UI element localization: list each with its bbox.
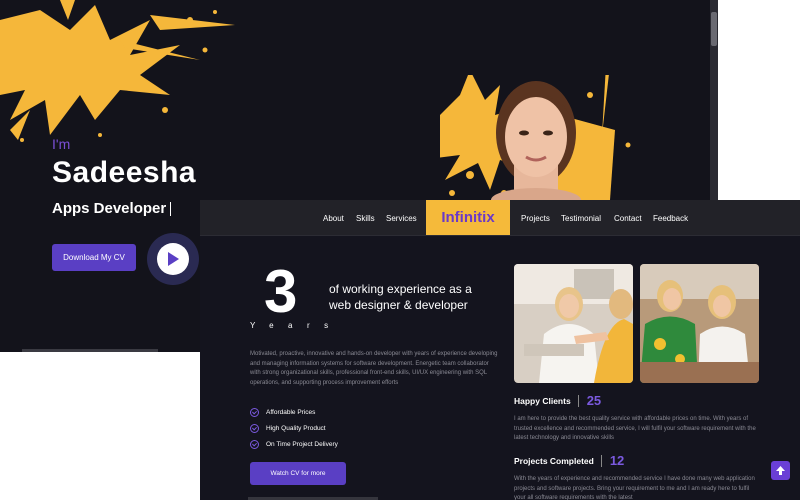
projects-description: With the years of experience and recomme… — [514, 476, 755, 500]
stat-value: 25 — [586, 393, 602, 408]
feature-item: High Quality Product — [250, 424, 326, 433]
hero-greeting: I'm — [52, 136, 71, 152]
team-photo-meeting — [640, 264, 759, 383]
watch-cv-button[interactable]: Watch CV for more — [250, 462, 346, 485]
hero-role-text: Apps Developer — [52, 200, 167, 217]
experience-description: Motivated, proactive, innovative and han… — [250, 351, 498, 386]
feature-label: Affordable Prices — [266, 409, 316, 416]
clients-description: I am here to provide the best quality se… — [514, 416, 756, 441]
experience-number: 3 — [264, 258, 298, 325]
projects-completed-stat: Projects Completed 12 — [514, 453, 624, 468]
check-circle-icon — [250, 424, 259, 433]
happy-clients-stat: Happy Clients 25 — [514, 393, 601, 408]
stat-value: 12 — [609, 453, 625, 468]
team-photo-handshake — [514, 264, 633, 383]
feature-item: Affordable Prices — [250, 408, 315, 417]
divider — [600, 454, 602, 467]
play-icon — [168, 252, 179, 266]
play-video-button[interactable] — [147, 233, 199, 285]
experience-headline: of working experience as a web designer … — [329, 282, 472, 312]
portrait-with-splash — [440, 75, 631, 205]
divider — [577, 394, 579, 407]
hero-name: Sadeesha — [52, 156, 197, 189]
nav-feedback[interactable]: Feedback — [653, 214, 688, 223]
horizontal-scrollbar[interactable] — [22, 349, 158, 352]
nav-about[interactable]: About — [323, 214, 344, 223]
paint-splash-left — [0, 0, 235, 142]
feature-label: High Quality Product — [266, 425, 326, 432]
check-circle-icon — [250, 408, 259, 417]
typing-caret — [170, 202, 172, 217]
experience-unit: Years — [250, 321, 343, 330]
feature-label: On Time Project Delivery — [266, 441, 338, 448]
nav-testimonial[interactable]: Testimonial — [561, 214, 601, 223]
play-button-circle[interactable] — [157, 243, 189, 275]
stat-label: Projects Completed — [514, 455, 594, 466]
download-cv-button[interactable]: Download My CV — [52, 244, 136, 271]
nav-contact[interactable]: Contact — [614, 214, 642, 223]
scrollbar-thumb[interactable] — [711, 12, 717, 46]
stat-label: Happy Clients — [514, 395, 571, 406]
scroll-to-top-button[interactable] — [771, 461, 790, 480]
about-screen: About Skills Services Infinitix Projects… — [200, 200, 800, 500]
navbar: About Skills Services Infinitix Projects… — [200, 200, 800, 236]
nav-skills[interactable]: Skills — [356, 214, 375, 223]
hero-role: Apps Developer — [52, 200, 172, 217]
nav-services[interactable]: Services — [386, 214, 417, 223]
arrow-up-icon — [776, 466, 785, 475]
brand-logo[interactable]: Infinitix — [426, 200, 510, 235]
check-circle-icon — [250, 440, 259, 449]
feature-item: On Time Project Delivery — [250, 440, 338, 449]
nav-projects[interactable]: Projects — [521, 214, 550, 223]
